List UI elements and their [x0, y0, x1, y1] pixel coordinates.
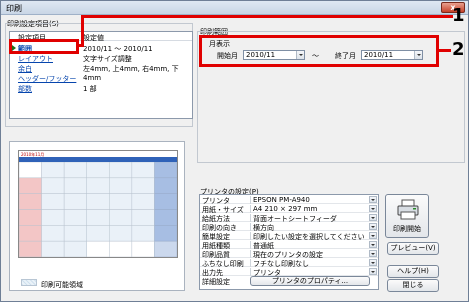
help-button[interactable]: ヘルプ(H): [387, 265, 439, 278]
printer-icon: [397, 199, 419, 220]
calendar-day-cell: [86, 209, 110, 226]
calendar-day-cell: [109, 177, 133, 194]
calendar-day-cell: [19, 193, 42, 210]
printer-row[interactable]: 用紙種類 普通紙: [200, 240, 378, 250]
calendar-day-cell: [41, 209, 65, 226]
chevron-down-icon[interactable]: [369, 214, 377, 221]
print-dialog: 印刷 x 印刷設定項目(S) 設定項目 設定値 範囲 2010/11 〜 201…: [0, 0, 469, 302]
calendar-day-cell: [109, 209, 133, 226]
printer-row[interactable]: 印刷の向き 横方向: [200, 222, 378, 232]
calendar-day-cell: [109, 225, 133, 242]
calendar-day-cell: [131, 209, 155, 226]
chevron-down-icon[interactable]: [369, 196, 377, 203]
calendar-day-cell: [41, 162, 65, 179]
printer-row[interactable]: 印刷品質 現在のプリンタの設定: [200, 249, 378, 259]
callout-number-1: 1: [452, 5, 465, 26]
chevron-down-icon[interactable]: [369, 205, 377, 212]
col-value-header: 設定値: [83, 34, 104, 42]
chevron-down-icon[interactable]: [369, 223, 377, 230]
settings-row-key[interactable]: ヘッダー/フッター: [18, 74, 76, 84]
calendar-day-cell: [86, 193, 110, 210]
settings-row-key[interactable]: レイアウト: [18, 54, 53, 64]
printer-row[interactable]: 出力先 プリンタ: [200, 267, 378, 277]
printer-row-key: 詳細設定: [202, 278, 230, 286]
print-start-label: 印刷開始: [393, 225, 421, 233]
chevron-down-icon[interactable]: [369, 268, 377, 275]
calendar-day-cell: [86, 225, 110, 242]
calendar-day-cell: [19, 177, 42, 194]
settings-row-key[interactable]: 部数: [18, 84, 32, 94]
callout-connector-1v: [81, 15, 84, 47]
calendar-saturday-column: [154, 162, 177, 257]
settings-row-value: 左4mm, 上4mm, 右4mm, 下4mm: [83, 65, 179, 82]
calendar-day-cell: [19, 225, 42, 242]
close-button[interactable]: 閉じる: [387, 279, 439, 292]
calendar-day-cell: [131, 225, 155, 242]
calendar-day-cell: [63, 209, 87, 226]
calendar-grid: [19, 162, 177, 257]
calendar-day-cell: [19, 162, 42, 179]
printer-row[interactable]: ふちなし印刷 フチなし印刷なし: [200, 258, 378, 268]
calendar-day-cell: [131, 240, 155, 257]
settings-row-value: 2010/11 〜 2010/11: [83, 45, 153, 53]
calendar-day-cell: [41, 193, 65, 210]
printer-settings-table: プリンタ EPSON PM-A940 用紙・サイズ A4 210 × 297 mm …: [199, 194, 379, 290]
calendar-day-cell: [131, 177, 155, 194]
chevron-down-icon[interactable]: [369, 232, 377, 239]
callout-box-1: [9, 39, 79, 54]
calendar-preview: 2010年11月: [18, 150, 178, 258]
calendar-day-cell: [19, 240, 42, 257]
chevron-down-icon[interactable]: [369, 259, 377, 266]
printer-properties-button[interactable]: プリンタのプロパティ...: [250, 276, 370, 286]
print-start-button[interactable]: 印刷開始: [385, 194, 429, 238]
calendar-day-cell: [41, 225, 65, 242]
calendar-day-cell: [63, 162, 87, 179]
callout-box-2: [199, 35, 439, 67]
print-preview: 2010年11月: [9, 141, 185, 291]
calendar-day-cell: [86, 240, 110, 257]
printer-row-value: 普通紙: [250, 241, 368, 250]
chevron-down-icon[interactable]: [369, 250, 377, 257]
calendar-day-cell: [109, 193, 133, 210]
printer-row[interactable]: 給紙方法 背面オートシートフィーダ: [200, 213, 378, 223]
calendar-day-cell: [41, 240, 65, 257]
calendar-day-cell: [109, 162, 133, 179]
calendar-day-cell: [131, 162, 155, 179]
calendar-day-cell: [86, 177, 110, 194]
printer-row-value: 現在のプリンタの設定: [250, 250, 368, 259]
printer-row-value: フチなし印刷なし: [250, 259, 368, 268]
title-bar: 印刷 x: [1, 1, 468, 15]
printable-area-label: 印刷可能領域: [41, 281, 83, 289]
printable-area-swatch: [21, 279, 37, 286]
settings-row-value: 文字サイズ調整: [83, 55, 132, 63]
calendar-day-cell: [41, 177, 65, 194]
callout-connector-2: [439, 49, 451, 52]
printer-row[interactable]: 簡単設定 印刷したい設定を選択してください: [200, 231, 378, 241]
callout-number-2: 2: [452, 39, 465, 60]
calendar-day-cell: [131, 193, 155, 210]
calendar-day-cell: [86, 162, 110, 179]
preview-button[interactable]: プレビュー(V): [387, 242, 439, 255]
window-title: 印刷: [6, 4, 22, 13]
printer-row-value: 横方向: [250, 223, 368, 232]
printer-row-value: プリンタ: [250, 268, 368, 277]
calendar-day-cell: [19, 209, 42, 226]
printer-row-value: A4 210 × 297 mm: [250, 205, 368, 213]
callout-connector-1h: [81, 15, 453, 18]
printer-row[interactable]: 用紙・サイズ A4 210 × 297 mm: [200, 204, 378, 214]
printer-row[interactable]: プリンタ EPSON PM-A940: [200, 195, 378, 205]
printer-row-value: 背面オートシートフィーダ: [250, 214, 368, 223]
printer-row-value: EPSON PM-A940: [250, 196, 368, 204]
calendar-day-cell: [63, 193, 87, 210]
printer-row-advanced: 詳細設定 プリンタのプロパティ...: [200, 276, 378, 286]
calendar-day-cell: [63, 177, 87, 194]
chevron-down-icon[interactable]: [369, 241, 377, 248]
printer-row-value: 印刷したい設定を選択してください: [250, 232, 368, 241]
calendar-day-cell: [109, 240, 133, 257]
calendar-day-cell: [63, 225, 87, 242]
calendar-day-cell: [63, 240, 87, 257]
settings-row-key[interactable]: 余白: [18, 64, 32, 74]
settings-row-value: 1 部: [83, 85, 97, 93]
